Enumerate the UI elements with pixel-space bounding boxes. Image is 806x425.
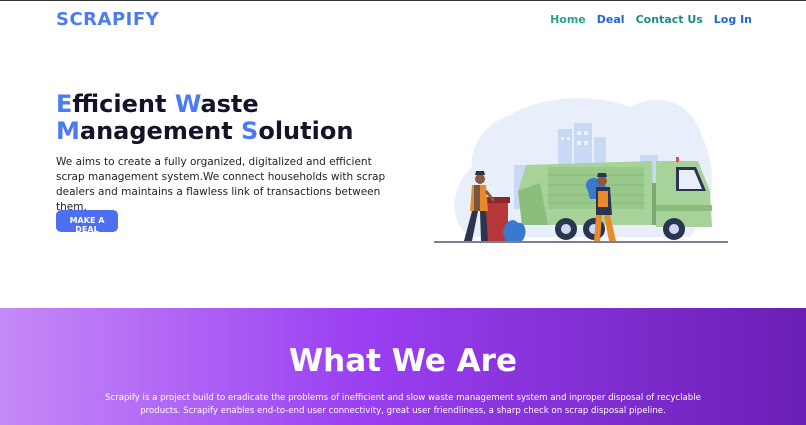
brand-logo[interactable]: SCRAPIFY: [56, 9, 159, 30]
hero-title: Efficient Waste Management Solution: [56, 91, 353, 145]
garbage-truck-illustration: [434, 98, 728, 243]
truck: [518, 157, 712, 227]
nav-deal-link[interactable]: Deal: [597, 13, 625, 26]
top-navbar: SCRAPIFY Home Deal Contact Us Log In: [0, 1, 806, 39]
nav-login-link[interactable]: Log In: [714, 13, 752, 26]
what-we-are-section: What We Are Scrapify is a project build …: [0, 308, 806, 425]
hero-description: We aims to create a fully organized, dig…: [56, 156, 386, 213]
nav-menu: Home Deal Contact Us Log In: [550, 13, 752, 26]
section-title: What We Are: [288, 343, 517, 379]
make-a-deal-button[interactable]: MAKE A DEAL: [56, 210, 118, 234]
hero-title-line1: Efficient Waste: [56, 90, 259, 118]
nav-contact-link[interactable]: Contact Us: [636, 13, 703, 26]
nav-home-link[interactable]: Home: [550, 13, 586, 26]
section-description: Scrapify is a project build to eradicate…: [105, 393, 701, 416]
hero-title-line2: Management Solution: [56, 117, 354, 145]
